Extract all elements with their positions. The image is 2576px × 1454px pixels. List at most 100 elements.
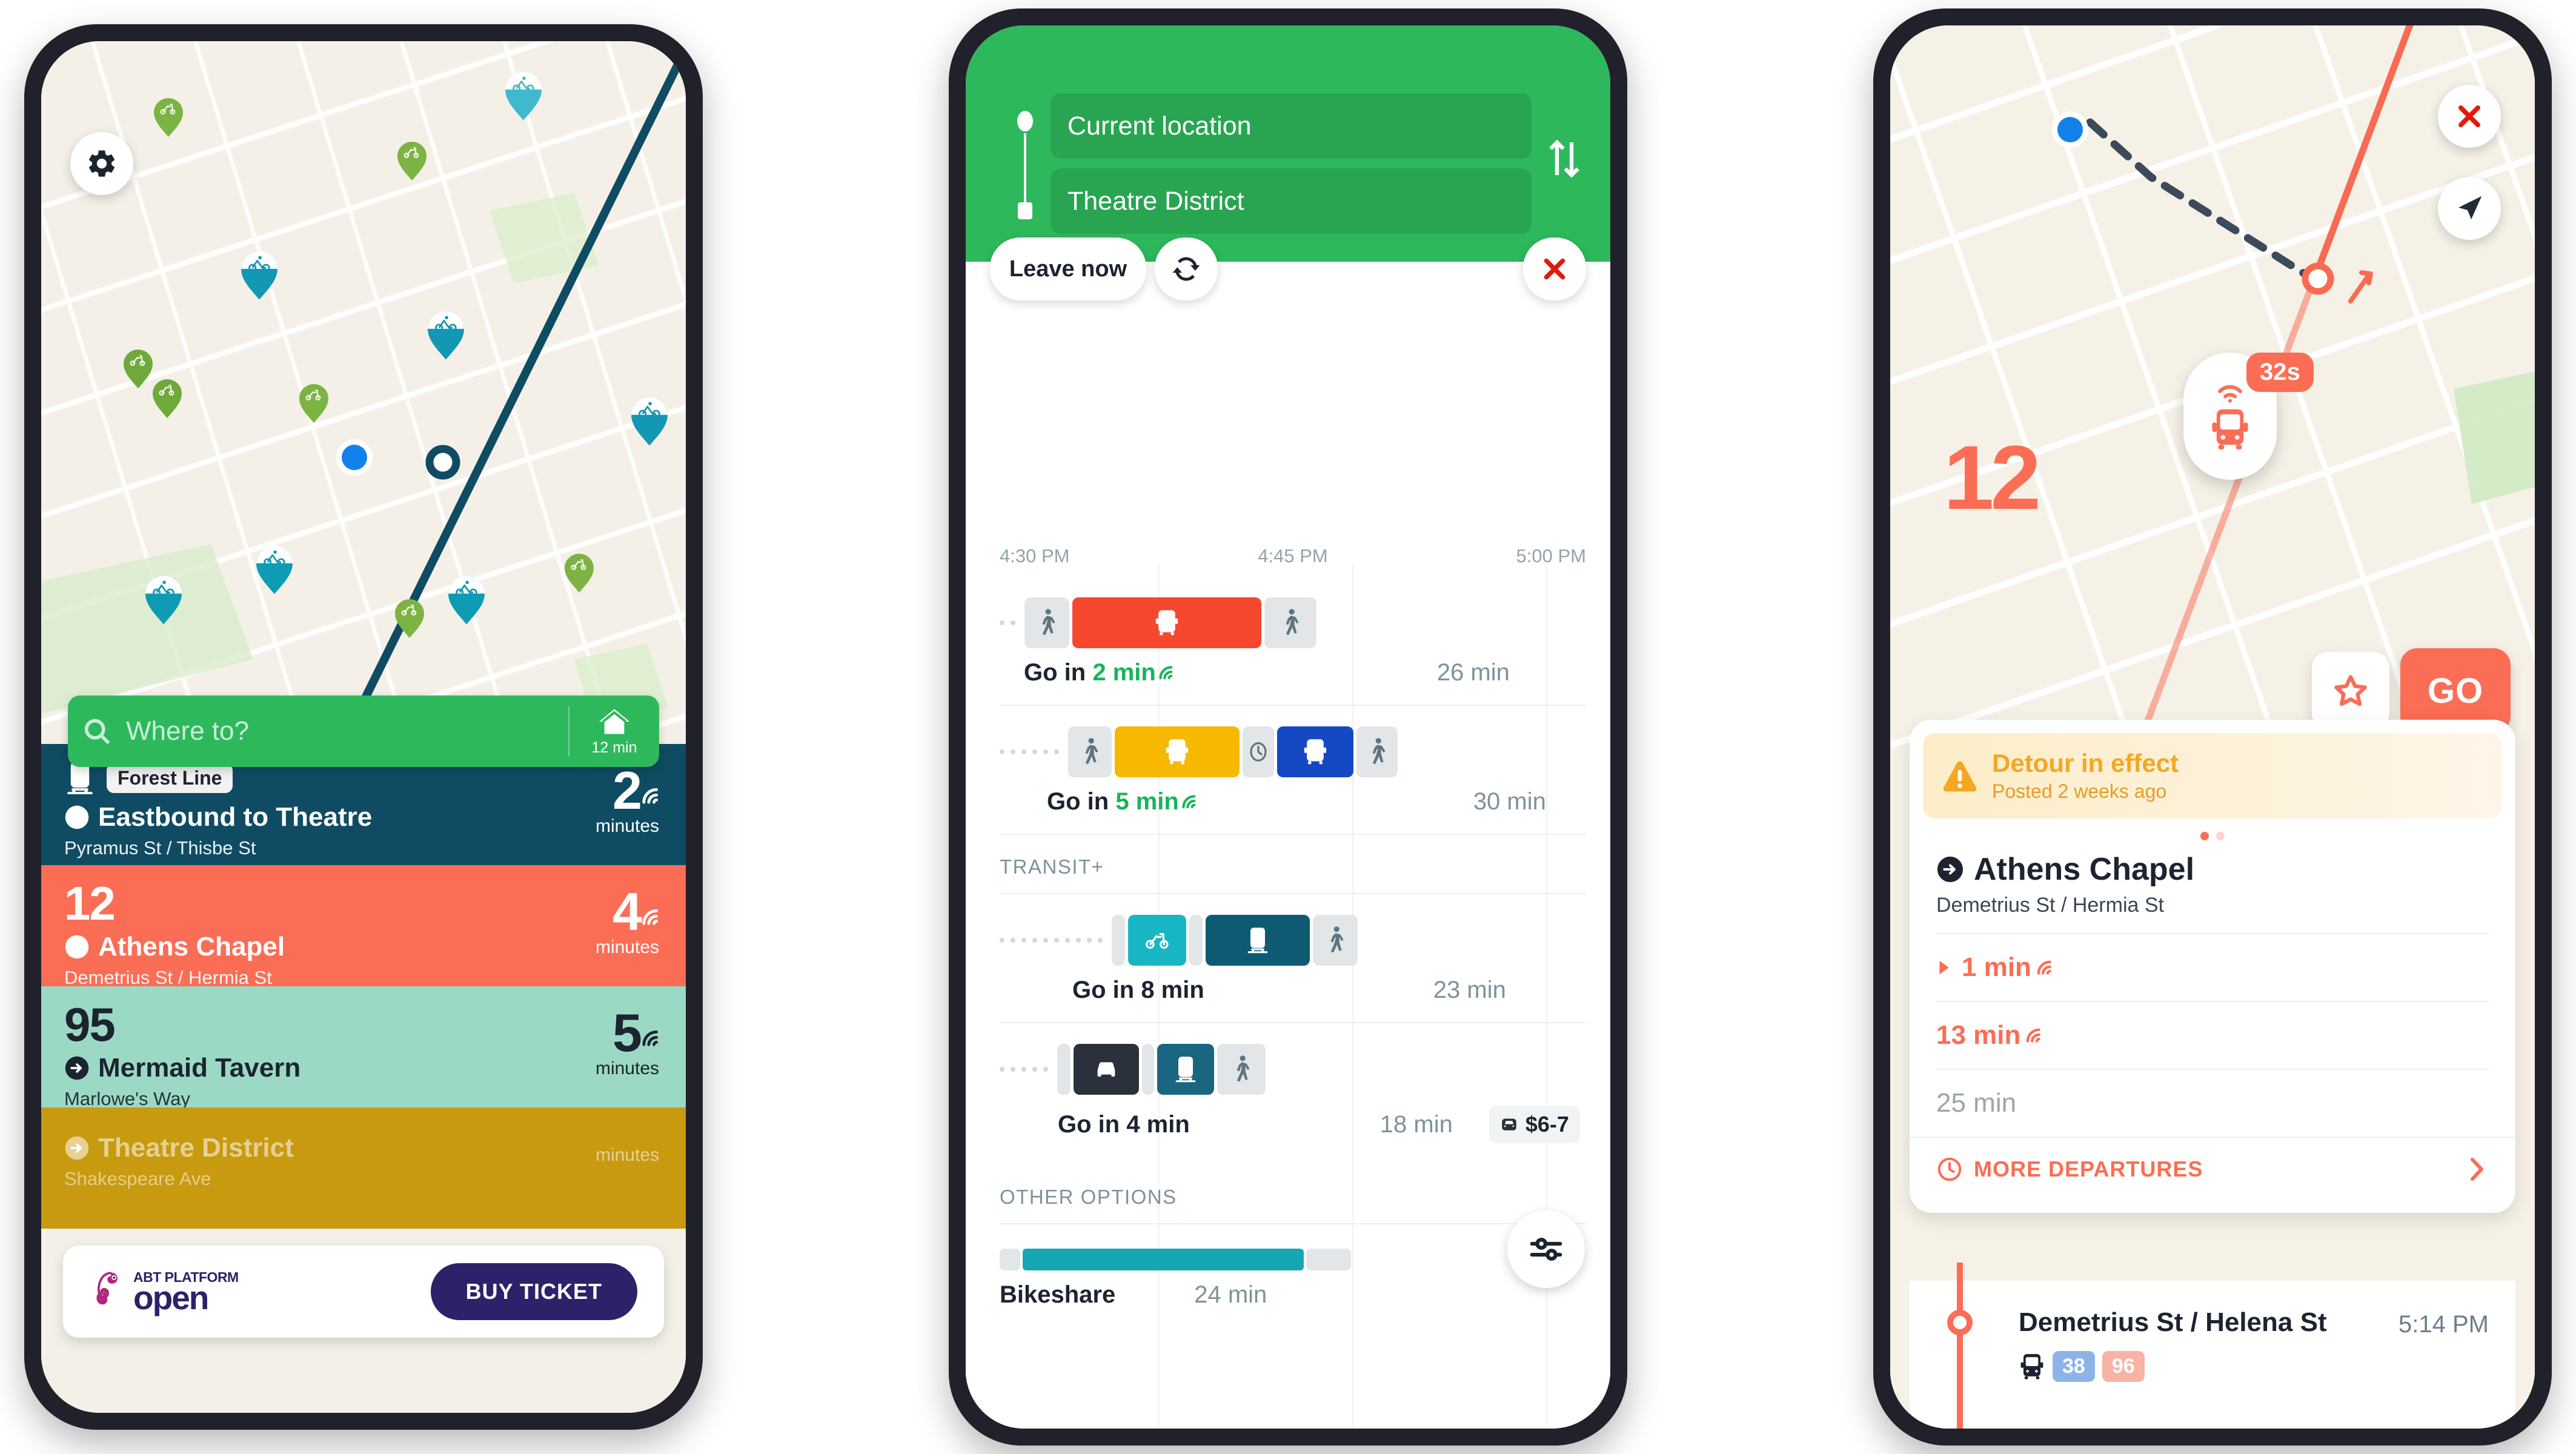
search-input-placeholder[interactable]: Where to?	[126, 716, 568, 746]
map-pin-scooter[interactable]	[299, 384, 328, 423]
gear-icon	[89, 150, 115, 177]
close-icon	[2458, 105, 2480, 127]
card-pager-dots[interactable]	[1910, 832, 2515, 840]
nearby-departure-row[interactable]: 95 Mermaid Tavern Marlowe's Way 5 minute…	[41, 986, 686, 1110]
refresh-button[interactable]	[1155, 237, 1218, 300]
map-pin-bike[interactable]	[241, 251, 277, 300]
live-signal-icon	[2027, 1028, 2041, 1043]
ad-banner[interactable]: ABT PLATFORM open BUY TICKET	[63, 1246, 664, 1338]
route-chip[interactable]: 38	[2053, 1351, 2095, 1382]
fare-value: $6-7	[1525, 1112, 1569, 1137]
search-bar[interactable]: Where to? 12 min	[68, 695, 659, 767]
origin-value: Current location	[1067, 111, 1252, 141]
route-option-row[interactable]: Go in 2 min 26 min	[966, 577, 1610, 705]
detour-alert[interactable]: Detour in effect Posted 2 weeks ago	[1923, 733, 2502, 818]
pager-dot[interactable]	[2216, 832, 2225, 840]
route-detail-card[interactable]: Detour in effect Posted 2 weeks ago Athe…	[1910, 720, 2515, 1213]
map-pin-scooter[interactable]	[153, 379, 182, 418]
navigation-arrow-icon	[2458, 196, 2482, 219]
filter-button[interactable]	[1507, 1210, 1585, 1288]
route-eta: minutes	[596, 1132, 659, 1166]
destination-input[interactable]: Theatre District	[1051, 168, 1532, 234]
clock-icon	[1250, 742, 1267, 762]
map-pin-scooter[interactable]	[565, 554, 594, 593]
map-pin-scooter[interactable]	[395, 599, 424, 638]
nearby-departure-row[interactable]: 12 Athens Chapel Demetrius St / Hermia S…	[41, 865, 686, 989]
settings-button[interactable]	[70, 132, 133, 195]
car-icon	[1097, 1062, 1115, 1077]
route-segment	[1157, 1044, 1214, 1095]
route-destination-label: Eastbound to Theatre	[98, 802, 373, 832]
departure-row[interactable]: 13 min	[1910, 1002, 2515, 1069]
route-segment	[1072, 597, 1261, 648]
leave-now-button[interactable]: Leave now	[990, 237, 1146, 300]
pager-dot[interactable]	[2200, 832, 2209, 840]
route-chip[interactable]: 96	[2102, 1351, 2145, 1382]
walk-icon	[1286, 609, 1299, 636]
close-planner-button[interactable]	[1523, 237, 1586, 300]
route-option-row[interactable]: Go in 8 min 23 min	[966, 894, 1610, 1022]
route-segment	[1115, 726, 1240, 777]
alert-title: Detour in effect	[1992, 749, 2179, 777]
route-destination: Eastbound to Theatre	[64, 802, 663, 832]
map-pin-scooter[interactable]	[397, 142, 427, 181]
timeline-tick: 4:45 PM	[1258, 545, 1328, 566]
live-signal-icon	[2037, 960, 2051, 975]
map-pin-bike[interactable]	[631, 397, 668, 446]
next-stop-strip[interactable]: Demetrius St / Helena St 5:14 PM 38 96	[1910, 1263, 2515, 1429]
route-number: 95	[64, 998, 116, 1051]
chevron-right-icon	[2471, 1158, 2483, 1181]
map-pin-bike[interactable]	[505, 71, 542, 121]
map-pin-scooter[interactable]	[154, 98, 183, 137]
route-number-overlay: 12	[1944, 427, 2041, 528]
map-pin-scooter[interactable]	[124, 350, 153, 388]
clock-icon	[1937, 1157, 1962, 1181]
origin-destination-connector	[1013, 110, 1037, 234]
bikeshare-name: Bikeshare	[1000, 1281, 1116, 1308]
nearby-departure-row[interactable]: Theatre District Shakespeare Ave minutes	[41, 1107, 686, 1229]
next-stop-routes[interactable]: 38 96	[2019, 1351, 2145, 1382]
more-departures-button[interactable]: MORE DEPARTURES	[1910, 1138, 2515, 1201]
map-pin-bike[interactable]	[145, 576, 182, 625]
map-pin-bike[interactable]	[448, 576, 485, 625]
swap-endpoints-button[interactable]	[1542, 134, 1586, 186]
buy-ticket-button[interactable]: BUY TICKET	[430, 1263, 637, 1320]
close-icon	[1544, 258, 1565, 280]
route-stop-label: Marlowe's Way	[64, 1088, 191, 1110]
arrow-circle-right-icon	[1937, 856, 1964, 883]
departure-row[interactable]: 1 min	[1910, 934, 2515, 1001]
route-option-row[interactable]: Go in 5 min 30 min	[966, 706, 1610, 834]
scooter-icon	[1146, 933, 1169, 949]
route-option-meta: Go in 4 min 18 min $6-7	[1058, 1106, 1586, 1143]
departure-value: 25 min	[1936, 1088, 2017, 1118]
route-options-list[interactable]: Go in 2 min 26 min Go in 5 min 30 min TR…	[966, 577, 1610, 1309]
line-badge: Forest Line	[107, 763, 233, 793]
favorite-button[interactable]	[2312, 652, 2389, 729]
tram-icon	[1175, 1057, 1196, 1083]
route-stop-label: Shakespeare Ave	[64, 1168, 211, 1189]
route-destination-label: Theatre District	[98, 1133, 294, 1163]
origin-input[interactable]: Current location	[1051, 93, 1532, 159]
route-option-row[interactable]: Go in 4 min 18 min $6-7	[966, 1023, 1610, 1161]
route-departure: Go in 5 min	[1047, 788, 1200, 815]
map-pin-bike[interactable]	[256, 545, 293, 594]
map-pin-bike[interactable]	[428, 311, 464, 360]
route-stop-label: Demetrius St / Hermia St	[64, 967, 272, 989]
route-departure: Go in 4 min	[1058, 1111, 1190, 1138]
live-signal-icon	[642, 1031, 658, 1046]
trip-results-panel[interactable]: Leave now 4:30 PM 4:45 PM 5:00 PM Go in …	[966, 237, 1610, 1429]
car-icon	[1502, 1118, 1516, 1130]
route-segment	[1057, 1044, 1071, 1095]
walk-leader-dots	[1000, 620, 1015, 625]
swap-vertical-icon	[1549, 139, 1579, 178]
close-route-button[interactable]	[2438, 85, 2501, 148]
live-signal-icon	[2218, 385, 2242, 403]
arrow-circle-right-icon	[65, 1056, 89, 1080]
locate-me-button[interactable]	[2438, 177, 2501, 240]
live-signal-icon	[1182, 795, 1196, 808]
departures-list[interactable]: 1 min 13 min 25 min	[1910, 933, 2515, 1137]
departure-row[interactable]: 25 min	[1910, 1070, 2515, 1137]
home-shortcut-button[interactable]: 12 min	[568, 706, 659, 757]
route-departure: Go in 8 min	[1072, 977, 1204, 1003]
bikeshare-duration: 24 min	[1194, 1281, 1267, 1308]
